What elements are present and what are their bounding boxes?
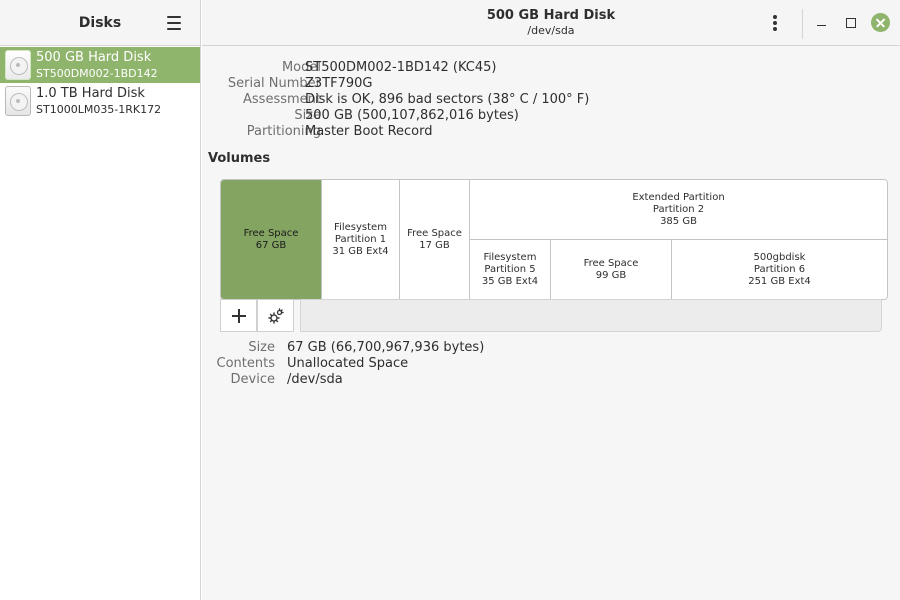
plus-icon xyxy=(231,308,246,323)
volume-type: Extended Partition xyxy=(632,192,725,203)
header-bar: 500 GB Hard Disk /dev/sda xyxy=(202,0,900,46)
volume-contents-label: Contents xyxy=(216,356,275,371)
serial-number-value: Z3TF790G xyxy=(305,76,373,91)
volume-partition-6[interactable]: 500gbdisk Partition 6 251 GB Ext4 xyxy=(671,239,887,299)
hard-disk-icon xyxy=(5,86,31,116)
volume-partition: Partition 5 xyxy=(484,263,536,275)
toolbar-filler xyxy=(300,299,882,332)
volume-partition-5[interactable]: Filesystem Partition 5 35 GB Ext4 xyxy=(469,239,550,299)
hamburger-menu-icon[interactable] xyxy=(161,12,185,34)
disk-name: 500 GB Hard Disk xyxy=(36,50,152,65)
volume-size-value: 67 GB (66,700,967,936 bytes) xyxy=(287,340,485,355)
vertical-dots-icon[interactable] xyxy=(766,12,782,34)
add-partition-button[interactable] xyxy=(220,299,257,332)
volume-toolbar xyxy=(220,299,884,333)
partition-options-button[interactable] xyxy=(257,299,294,332)
sidebar-header: Disks xyxy=(0,0,200,46)
volume-type: Filesystem xyxy=(334,221,387,233)
volume-free-space-1[interactable]: Free Space 67 GB xyxy=(221,180,321,299)
volume-partition: Partition 6 xyxy=(753,263,806,275)
volume-size: 35 GB Ext4 xyxy=(481,275,539,287)
disk-name: 1.0 TB Hard Disk xyxy=(36,86,145,101)
disk-item-500gb[interactable]: 500 GB Hard Disk ST500DM002-1BD142 xyxy=(0,47,200,83)
hard-disk-icon xyxy=(5,50,31,80)
disk-model: ST1000LM035-1RK172 xyxy=(36,103,162,116)
volume-device-label: Device xyxy=(230,372,275,387)
maximize-button[interactable] xyxy=(840,12,862,34)
volume-size: 67 GB xyxy=(255,239,287,251)
assessment-value: Disk is OK, 896 bad sectors (38° C / 100… xyxy=(305,92,590,107)
volume-partition: Partition 1 xyxy=(334,233,387,245)
volume-size-label: Size xyxy=(248,340,275,355)
volume-type: Free Space xyxy=(583,257,639,269)
volume-type: Free Space xyxy=(243,227,299,239)
volume-map: Free Space 67 GB Filesystem Partition 1 … xyxy=(220,179,888,300)
size-value: 500 GB (500,107,862,016 bytes) xyxy=(305,108,519,123)
minimize-button[interactable] xyxy=(811,12,833,34)
sidebar: Disks 500 GB Hard Disk ST500DM002-1BD142… xyxy=(0,0,201,600)
partitioning-value: Master Boot Record xyxy=(305,124,433,139)
volume-partition-1[interactable]: Filesystem Partition 1 31 GB Ext4 xyxy=(321,180,399,299)
close-button[interactable] xyxy=(871,13,890,32)
volume-type: Free Space xyxy=(407,227,462,239)
page-title: 500 GB Hard Disk xyxy=(486,8,616,23)
volume-size: 251 GB Ext4 xyxy=(748,275,811,287)
main-panel: 500 GB Hard Disk /dev/sda Model ST500DM0… xyxy=(202,0,900,600)
gears-icon xyxy=(267,307,284,324)
volume-free-space-3[interactable]: Free Space 99 GB xyxy=(550,239,671,299)
volume-label: 500gbdisk xyxy=(753,251,806,263)
volume-contents-value: Unallocated Space xyxy=(287,356,409,371)
volume-type: Filesystem xyxy=(483,251,537,263)
disk-model: ST500DM002-1BD142 xyxy=(36,67,158,80)
disk-item-1tb[interactable]: 1.0 TB Hard Disk ST1000LM035-1RK172 xyxy=(0,83,200,119)
page-subtitle: /dev/sda xyxy=(527,24,575,37)
model-value: ST500DM002-1BD142 (KC45) xyxy=(305,60,497,75)
volume-partition: Partition 2 xyxy=(652,204,705,215)
header-separator xyxy=(802,9,803,39)
volume-size: 17 GB xyxy=(419,239,450,251)
volumes-title: Volumes xyxy=(208,151,271,166)
volume-free-space-2[interactable]: Free Space 17 GB xyxy=(399,180,469,299)
volume-size: 385 GB xyxy=(660,216,697,227)
volume-size: 31 GB Ext4 xyxy=(332,245,389,257)
volume-size: 99 GB xyxy=(595,269,627,281)
volume-device-value: /dev/sda xyxy=(287,372,343,387)
volume-extended-partition[interactable]: Extended Partition Partition 2 385 GB xyxy=(469,180,887,240)
